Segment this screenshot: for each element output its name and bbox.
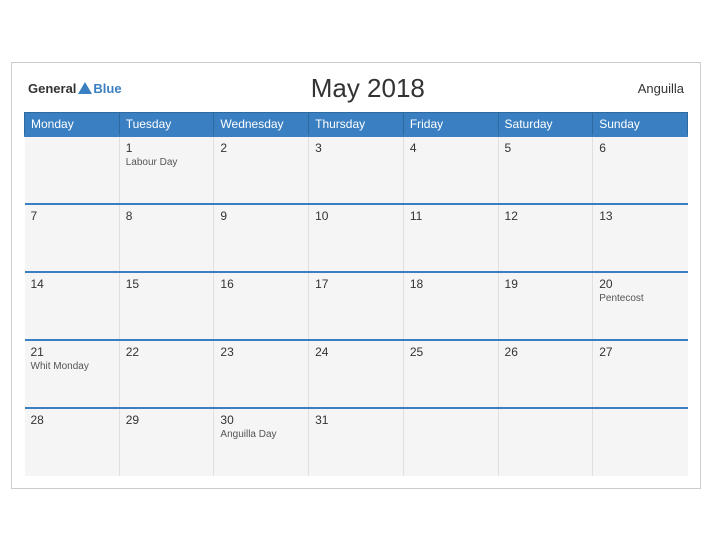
day-number: 17 [315, 277, 397, 291]
calendar-day-cell: 8 [119, 204, 214, 272]
day-of-week-header: Tuesday [119, 112, 214, 136]
calendar-day-cell: 2 [214, 136, 309, 204]
logo-general-text: General [28, 81, 76, 96]
calendar-day-cell: 21 Whit Monday [25, 340, 120, 408]
day-number: 15 [126, 277, 208, 291]
logo: General Blue [28, 81, 122, 96]
calendar-day-cell: 23 [214, 340, 309, 408]
day-number: 5 [505, 141, 587, 155]
calendar-container: General Blue May 2018 Anguilla MondayTue… [11, 62, 701, 489]
calendar-day-cell [25, 136, 120, 204]
calendar-day-cell: 12 [498, 204, 593, 272]
calendar-day-cell: 29 [119, 408, 214, 476]
calendar-week-row: 14 15 16 17 18 19 20 Pentecost [25, 272, 688, 340]
calendar-day-cell: 14 [25, 272, 120, 340]
day-number: 27 [599, 345, 681, 359]
day-number: 16 [220, 277, 302, 291]
calendar-day-cell: 25 [403, 340, 498, 408]
day-event: Labour Day [126, 157, 208, 168]
calendar-week-row: 28 29 30 Anguilla Day 31 [25, 408, 688, 476]
day-of-week-header: Sunday [593, 112, 688, 136]
day-number: 3 [315, 141, 397, 155]
calendar-day-cell: 7 [25, 204, 120, 272]
day-number: 10 [315, 209, 397, 223]
calendar-header: General Blue May 2018 Anguilla [24, 73, 688, 104]
calendar-day-cell: 27 [593, 340, 688, 408]
day-of-week-header: Saturday [498, 112, 593, 136]
calendar-body: 1Labour Day23456789101112131415161718192… [25, 136, 688, 476]
month-title: May 2018 [122, 73, 614, 104]
calendar-day-cell: 16 [214, 272, 309, 340]
day-number: 21 [31, 345, 113, 359]
day-number: 13 [599, 209, 681, 223]
day-number: 19 [505, 277, 587, 291]
day-number: 7 [31, 209, 113, 223]
day-of-week-header: Friday [403, 112, 498, 136]
day-event: Anguilla Day [220, 429, 302, 440]
day-number: 24 [315, 345, 397, 359]
calendar-day-cell: 22 [119, 340, 214, 408]
calendar-day-cell: 4 [403, 136, 498, 204]
calendar-day-cell [403, 408, 498, 476]
logo-blue-text: Blue [93, 81, 121, 96]
day-of-week-header: Wednesday [214, 112, 309, 136]
country-label: Anguilla [614, 81, 684, 96]
calendar-day-cell: 18 [403, 272, 498, 340]
day-number: 28 [31, 413, 113, 427]
day-number: 30 [220, 413, 302, 427]
calendar-day-cell: 10 [309, 204, 404, 272]
calendar-day-cell: 26 [498, 340, 593, 408]
calendar-day-cell: 1 Labour Day [119, 136, 214, 204]
day-event: Whit Monday [31, 361, 113, 372]
calendar-day-cell: 11 [403, 204, 498, 272]
calendar-day-cell: 20 Pentecost [593, 272, 688, 340]
day-number: 9 [220, 209, 302, 223]
calendar-day-cell [498, 408, 593, 476]
calendar-day-cell [593, 408, 688, 476]
calendar-day-cell: 5 [498, 136, 593, 204]
day-number: 6 [599, 141, 681, 155]
day-number: 31 [315, 413, 397, 427]
day-number: 18 [410, 277, 492, 291]
day-number: 1 [126, 141, 208, 155]
calendar-day-cell: 30 Anguilla Day [214, 408, 309, 476]
day-number: 26 [505, 345, 587, 359]
day-number: 25 [410, 345, 492, 359]
day-number: 14 [31, 277, 113, 291]
day-number: 29 [126, 413, 208, 427]
calendar-day-cell: 15 [119, 272, 214, 340]
calendar-week-row: 1 Labour Day 23456 [25, 136, 688, 204]
calendar-header-row: MondayTuesdayWednesdayThursdayFridaySatu… [25, 112, 688, 136]
day-number: 23 [220, 345, 302, 359]
logo-triangle-icon [78, 82, 92, 94]
day-number: 4 [410, 141, 492, 155]
day-number: 8 [126, 209, 208, 223]
calendar-day-cell: 31 [309, 408, 404, 476]
day-number: 2 [220, 141, 302, 155]
day-event: Pentecost [599, 293, 681, 304]
calendar-day-cell: 28 [25, 408, 120, 476]
day-number: 22 [126, 345, 208, 359]
calendar-table: MondayTuesdayWednesdayThursdayFridaySatu… [24, 112, 688, 476]
day-of-week-header: Thursday [309, 112, 404, 136]
calendar-day-cell: 9 [214, 204, 309, 272]
day-number: 20 [599, 277, 681, 291]
calendar-day-cell: 6 [593, 136, 688, 204]
day-number: 12 [505, 209, 587, 223]
day-number: 11 [410, 209, 492, 223]
calendar-day-cell: 17 [309, 272, 404, 340]
calendar-day-cell: 24 [309, 340, 404, 408]
calendar-week-row: 789 10 11 12 13 [25, 204, 688, 272]
calendar-day-cell: 13 [593, 204, 688, 272]
calendar-day-cell: 3 [309, 136, 404, 204]
calendar-day-cell: 19 [498, 272, 593, 340]
day-of-week-header: Monday [25, 112, 120, 136]
calendar-week-row: 21 Whit Monday 22 23 24 25 26 27 [25, 340, 688, 408]
